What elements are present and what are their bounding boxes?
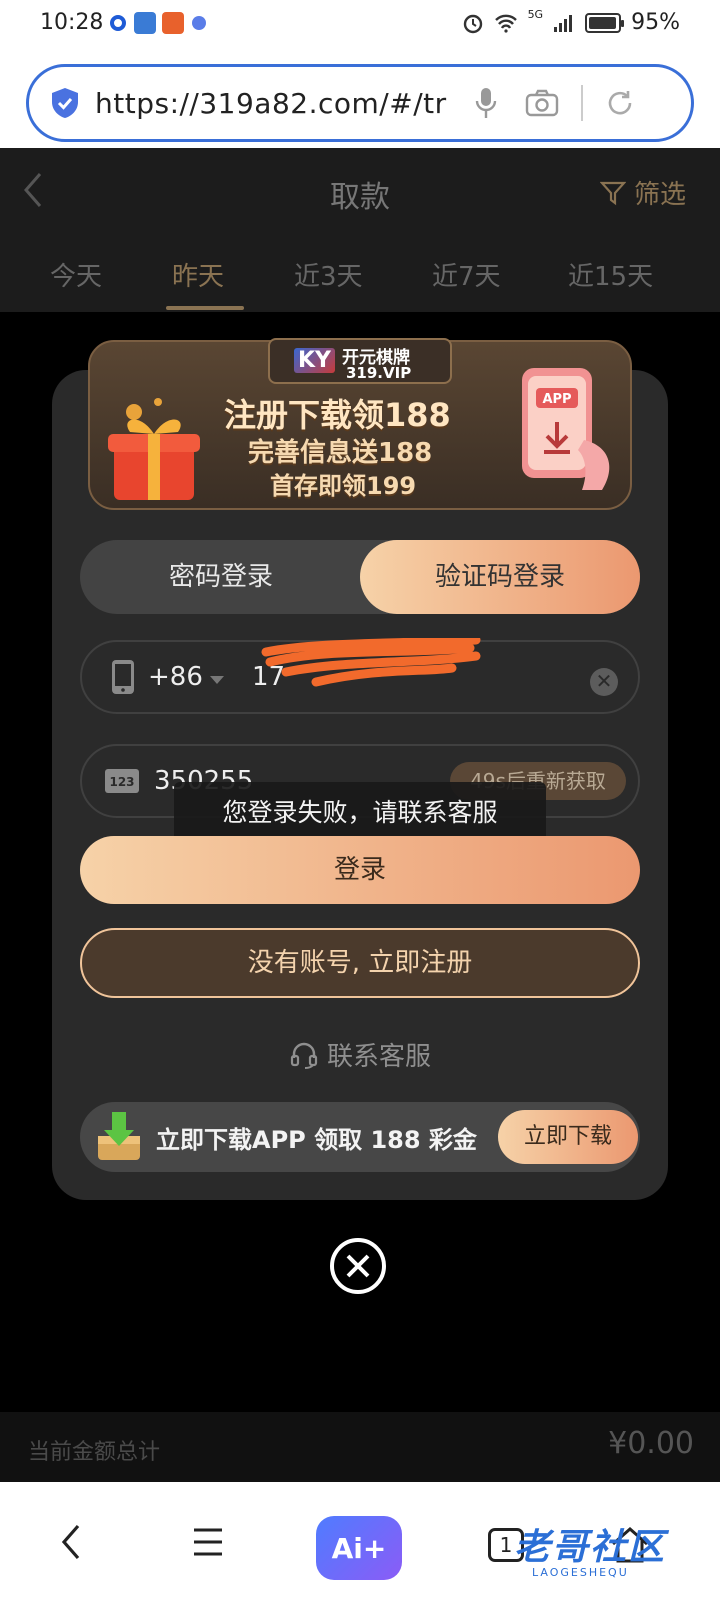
battery-icon [585, 12, 625, 33]
menu-icon[interactable] [192, 1526, 224, 1558]
promo-line-1: 注册下载领188 [224, 396, 451, 434]
tab-code-login[interactable]: 验证码登录 [360, 540, 640, 614]
filter-button[interactable]: 筛选 [599, 174, 686, 211]
customer-service-label: 联系客服 [326, 1042, 431, 1072]
signal-icon [554, 14, 573, 32]
total-label: 当前金额总计 [28, 1440, 161, 1465]
total-amount-bar: 当前金额总计 ¥0.00 [0, 1412, 720, 1482]
close-icon [346, 1254, 370, 1278]
shield-icon [52, 88, 78, 118]
notification-icon [134, 12, 156, 34]
tab-password-login[interactable]: 密码登录 [80, 540, 362, 614]
watermark-text: 老哥社区 [514, 1527, 667, 1568]
download-now-button[interactable]: 立即下载 [498, 1110, 638, 1164]
filter-icon [599, 181, 626, 205]
number-keypad-icon: 123 [105, 769, 139, 793]
ai-assistant-button[interactable]: Ai+ [316, 1516, 402, 1580]
gift-box-icon [108, 398, 200, 500]
country-code[interactable]: +86 [148, 662, 203, 692]
divider [581, 85, 583, 121]
filter-label: 筛选 [633, 180, 686, 210]
customer-service-link[interactable]: 联系客服 [0, 1036, 720, 1073]
microphone-icon[interactable] [475, 86, 497, 120]
watermark-logo: 老哥社区 LAOGESHEQU [484, 1518, 704, 1588]
brand-site: 319.VIP [346, 364, 412, 382]
mobile-phone-icon [112, 660, 134, 694]
phone-download-icon: APP [522, 368, 610, 490]
tab-indicator [166, 306, 244, 310]
tab-today[interactable]: 今天 [50, 256, 102, 293]
promo-line-3: 首存即领199 [270, 472, 417, 500]
refresh-icon[interactable] [605, 88, 635, 118]
clear-phone-button[interactable]: ✕ [590, 668, 618, 696]
brand-logo: KY 开元棋牌 319.VIP [268, 338, 452, 384]
tab-3-days[interactable]: 近3天 [294, 256, 363, 293]
wifi-icon [494, 14, 517, 33]
promo-line-2: 完善信息送188 [248, 438, 433, 468]
app-header: 取款 筛选 [0, 148, 720, 236]
svg-text:123: 123 [109, 775, 134, 789]
tab-yesterday[interactable]: 昨天 [172, 256, 224, 293]
browser-toolbar: https://319a82.com/#/trar [0, 48, 720, 148]
register-button[interactable]: 没有账号, 立即注册 [80, 928, 640, 998]
close-modal-button[interactable] [330, 1238, 386, 1294]
network-type: 5G [527, 8, 544, 21]
redaction-scribble [261, 638, 481, 687]
back-icon[interactable] [58, 1522, 82, 1562]
total-value: ¥0.00 [608, 1426, 694, 1461]
watermark-subtext: LAOGESHEQU [532, 1566, 629, 1579]
login-button[interactable]: 登录 [80, 836, 640, 904]
headset-icon [290, 1042, 318, 1069]
clock: 10:28 [40, 10, 104, 35]
camera-icon[interactable] [525, 89, 559, 117]
phone-badge: APP [542, 392, 571, 407]
status-bar: 10:28 5G 95% [0, 0, 720, 48]
download-app-bar[interactable]: 立即下载APP 领取 188 彩金 立即下载 [80, 1102, 640, 1172]
chevron-down-icon[interactable] [208, 674, 226, 686]
download-promo-text: 立即下载APP 领取 188 彩金 [156, 1126, 477, 1154]
brand-mark: KY [294, 348, 335, 373]
battery-percent: 95% [631, 10, 680, 35]
alarm-icon [463, 14, 482, 33]
status-icons: 5G 95% [462, 8, 680, 35]
browser-bottom-nav: Ai+ 1 老哥社区 LAOGESHEQU [0, 1482, 720, 1612]
address-bar[interactable]: https://319a82.com/#/trar [26, 64, 694, 142]
login-mode-switch: 密码登录 验证码登录 [80, 540, 640, 614]
date-tabs: 今天 昨天 近3天 近7天 近15天 [0, 236, 720, 312]
notification-icon [110, 15, 126, 31]
notification-icon [162, 12, 184, 34]
url-text[interactable]: https://319a82.com/#/trar [95, 87, 447, 120]
tab-7-days[interactable]: 近7天 [432, 256, 501, 293]
tab-15-days[interactable]: 近15天 [568, 256, 653, 293]
notification-icon [192, 16, 206, 30]
download-box-icon [98, 1112, 140, 1160]
